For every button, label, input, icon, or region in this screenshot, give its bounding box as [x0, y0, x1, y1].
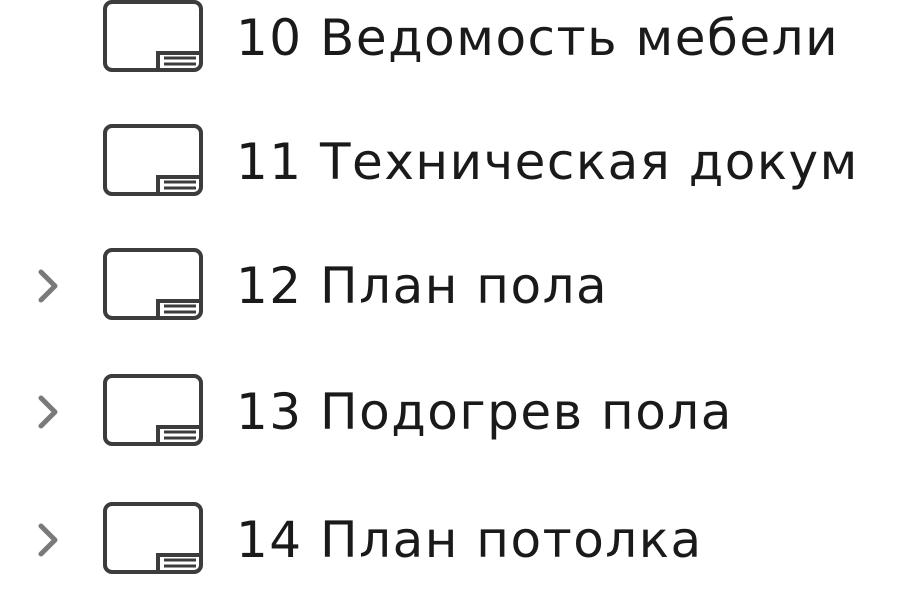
layout-sheet-icon [102, 0, 208, 77]
tree-item-11[interactable]: 11 Техническая докум [0, 112, 900, 212]
tree-item-12[interactable]: 12 План пола [0, 236, 900, 336]
tree-item-label: 14 План потолка [236, 511, 703, 569]
tree-item-13[interactable]: 13 Подогрев пола [0, 362, 900, 462]
tree-item-label: 13 Подогрев пола [236, 383, 733, 441]
chevron-right-icon[interactable] [28, 262, 68, 310]
layout-sheet-icon [102, 373, 208, 451]
layout-sheet-icon [102, 247, 208, 325]
tree-item-label: 12 План пола [236, 257, 609, 315]
tree-item-label: 11 Техническая докум [236, 133, 859, 191]
tree-item-label: 10 Ведомость мебели [236, 9, 840, 67]
chevron-right-icon[interactable] [28, 388, 68, 436]
layout-tree: 10 Ведомость мебели 11 Техническая докум [0, 0, 900, 600]
tree-item-14[interactable]: 14 План потолка [0, 490, 900, 590]
tree-item-10[interactable]: 10 Ведомость мебели [0, 0, 900, 88]
chevron-right-icon[interactable] [28, 516, 68, 564]
layout-sheet-icon [102, 501, 208, 579]
layout-sheet-icon [102, 123, 208, 201]
